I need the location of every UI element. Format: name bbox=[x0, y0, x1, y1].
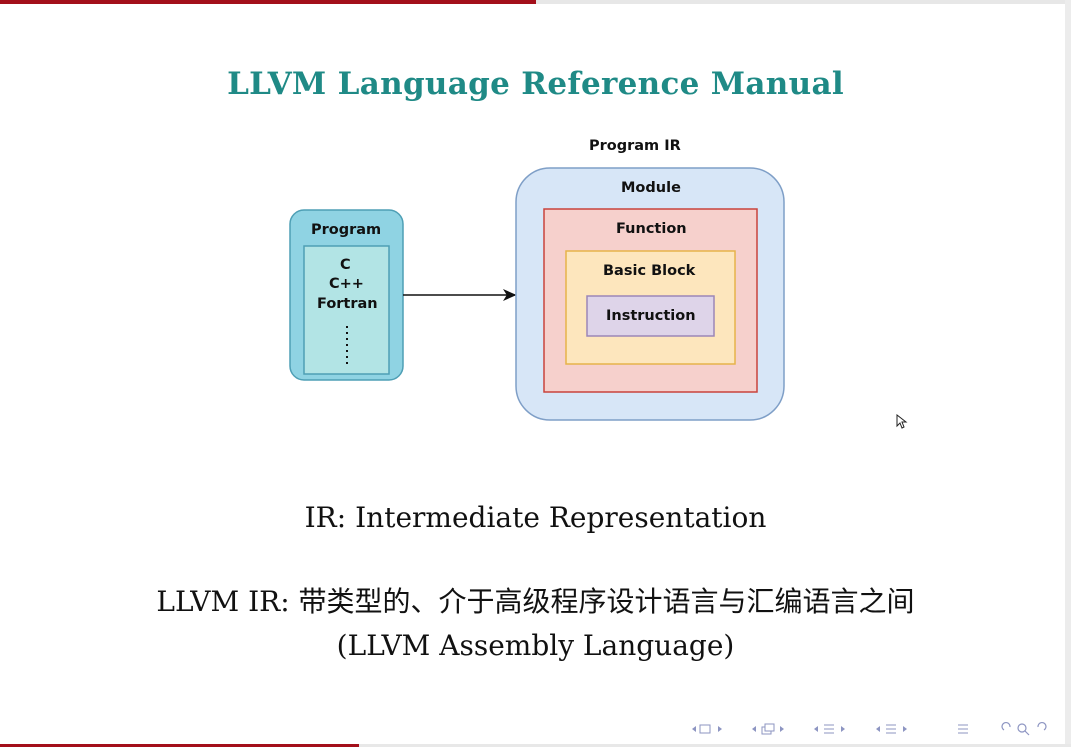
nav-search-icon[interactable] bbox=[1001, 721, 1047, 736]
program-ir-label: Program IR bbox=[589, 138, 681, 154]
beamer-navigation bbox=[688, 721, 1068, 737]
top-progress-bar bbox=[0, 0, 1071, 4]
mouse-pointer-icon bbox=[896, 414, 908, 429]
basic-block-box bbox=[565, 250, 736, 365]
program-label: Program bbox=[311, 222, 382, 238]
navigation-symbols bbox=[692, 721, 1047, 736]
language-c: C bbox=[340, 257, 351, 273]
llvm-assembly-language: (LLVM Assembly Language) bbox=[336, 629, 735, 662]
nav-subsection-prev-icon[interactable] bbox=[752, 723, 784, 735]
module-box bbox=[515, 167, 785, 421]
top-progress-fill bbox=[0, 0, 536, 4]
module-label: Module bbox=[621, 180, 681, 196]
program-box bbox=[289, 209, 404, 381]
function-box bbox=[543, 208, 758, 393]
nav-frame-prev-icon[interactable] bbox=[692, 724, 722, 734]
slide-title: LLVM Language Reference Manual bbox=[227, 66, 844, 102]
nav-toc-icon[interactable] bbox=[958, 724, 968, 734]
language-cpp: C++ bbox=[329, 276, 364, 292]
basic-block-label: Basic Block bbox=[603, 263, 696, 279]
instruction-label: Instruction bbox=[606, 308, 696, 324]
language-fortran: Fortran bbox=[317, 296, 378, 312]
instruction-box bbox=[586, 295, 715, 337]
function-label: Function bbox=[616, 221, 687, 237]
nav-slide-prev-icon[interactable] bbox=[876, 724, 907, 734]
ir-definition: IR: Intermediate Representation bbox=[304, 501, 767, 534]
llvm-ir-description: LLVM IR: 带类型的、介于高级程序设计语言与汇编语言之间 bbox=[156, 585, 915, 618]
nav-section-prev-icon[interactable] bbox=[814, 724, 845, 734]
language-list-box bbox=[303, 245, 390, 375]
